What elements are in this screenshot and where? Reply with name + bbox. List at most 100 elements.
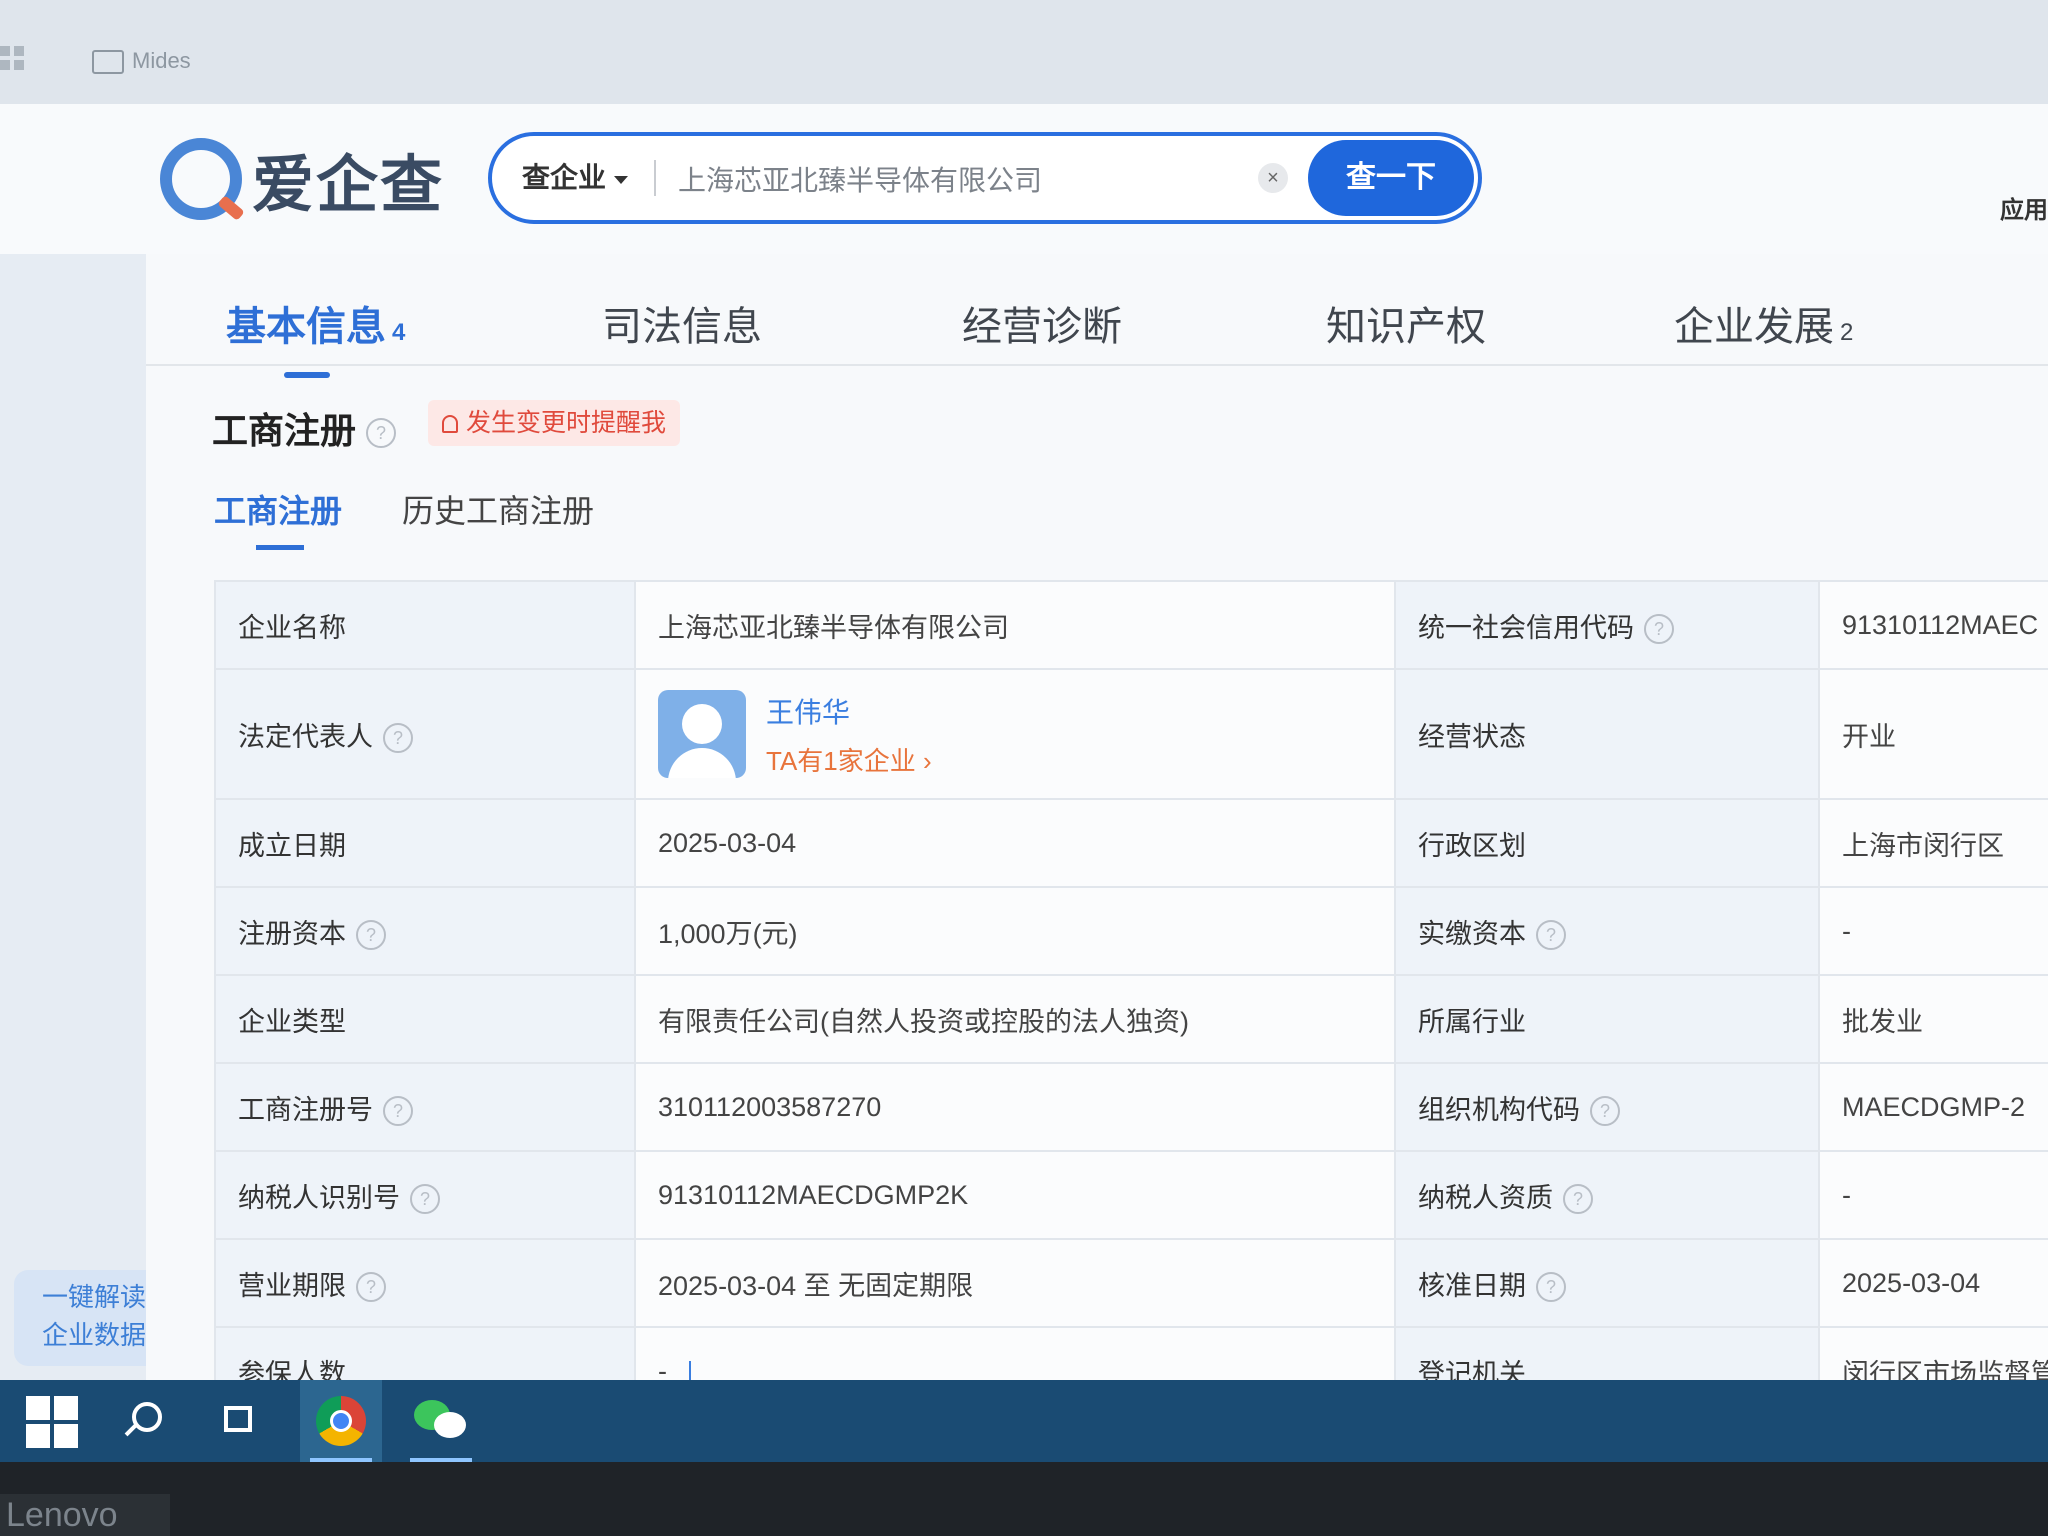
registration-table: 企业名称 上海芯亚北臻半导体有限公司 统一社会信用代码? 91310112MAE… xyxy=(214,580,2048,1380)
search-button[interactable]: 查一下 xyxy=(1308,140,1474,216)
bookmark-item[interactable]: Mides xyxy=(92,48,191,75)
legal-rep-companies-link[interactable]: TA有1家企业 › xyxy=(766,741,932,778)
value-credit-code: 91310112MAEC xyxy=(1818,580,2048,670)
windows-start-icon[interactable] xyxy=(26,1396,78,1448)
table-row: 企业类型 有限责任公司(自然人投资或控股的法人独资) 所属行业 批发业 xyxy=(214,974,2048,1064)
subtab-history-registration[interactable]: 历史工商注册 xyxy=(402,486,594,532)
caret-down-icon xyxy=(614,175,629,184)
help-icon[interactable]: ? xyxy=(356,1272,386,1303)
value-reg-capital: 1,000万(元) xyxy=(634,886,1396,976)
section-title: 工商注册? xyxy=(212,402,397,454)
site-header: 爱企查 查企业 × 查一下 应用 xyxy=(0,104,2048,254)
apps-grid-icon[interactable] xyxy=(0,46,26,72)
tab-basic-info[interactable]: 基本信息 4 xyxy=(226,294,405,378)
tab-judicial-info[interactable]: 司法信息 xyxy=(602,294,762,352)
browser-bookmarks-bar: Mides xyxy=(0,0,2048,105)
table-row: 营业期限? 2025-03-04 至 无固定期限 核准日期? 2025-03-0… xyxy=(214,1238,2048,1328)
label-company-name: 企业名称 xyxy=(214,580,636,670)
label-region: 行政区划 xyxy=(1394,798,1820,888)
help-icon[interactable]: ? xyxy=(1563,1184,1593,1215)
task-view-icon[interactable] xyxy=(214,1394,268,1448)
legal-rep-name-link[interactable]: 王伟华 xyxy=(766,691,932,731)
tab-operation-diagnosis[interactable]: 经营诊断 xyxy=(962,294,1122,352)
label-taxpayer-qual: 纳税人资质? xyxy=(1394,1150,1820,1240)
help-icon[interactable]: ? xyxy=(410,1184,440,1215)
value-founded: 2025-03-04 xyxy=(634,798,1396,888)
value-company-type: 有限责任公司(自然人投资或控股的法人独资) xyxy=(634,974,1396,1064)
value-region: 上海市闵行区 xyxy=(1818,798,2048,888)
value-approval-date: 2025-03-04 xyxy=(1818,1238,2048,1328)
wechat-icon[interactable] xyxy=(400,1380,482,1462)
value-company-name: 上海芯亚北臻半导体有限公司 xyxy=(634,580,1396,670)
label-credit-code: 统一社会信用代码? xyxy=(1394,580,1820,670)
label-approval-date: 核准日期? xyxy=(1394,1238,1820,1328)
label-term: 营业期限? xyxy=(214,1238,636,1328)
main-tabs: 基本信息 4 司法信息 经营诊断 知识产权 企业发展 2 xyxy=(146,254,2048,378)
browser-screen: Mides 爱企查 查企业 × 查一下 应用 一键解读 企业数据 基本信息4 司… xyxy=(0,0,2048,1380)
value-legal-rep: 王伟华 TA有1家企业 › xyxy=(634,668,1396,800)
main-content: 基本信息 4 司法信息 经营诊断 知识产权 企业发展 2 工商注册? 发生变更时提醒… xyxy=(146,254,2048,1380)
label-reg-number: 工商注册号? xyxy=(214,1062,636,1152)
subtab-registration[interactable]: 工商注册 xyxy=(214,486,342,550)
value-org-code: MAECDGMP-2 xyxy=(1818,1062,2048,1152)
help-icon[interactable]: ? xyxy=(1536,920,1566,951)
table-row: 工商注册号? 310112003587270 组织机构代码? MAECDGMP-… xyxy=(214,1062,2048,1152)
taskbar-search-icon[interactable] xyxy=(118,1394,172,1448)
search-type-dropdown[interactable]: 查企业 xyxy=(522,136,629,220)
logo-icon xyxy=(160,138,242,220)
table-row: 法定代表人? 王伟华 TA有1家企业 › 经营状态 开业 xyxy=(214,668,2048,800)
device-brand-label: Lenovo xyxy=(0,1494,170,1536)
help-icon[interactable]: ? xyxy=(356,920,386,951)
label-reg-capital: 注册资本? xyxy=(214,886,636,976)
table-row: 企业名称 上海芯亚北臻半导体有限公司 统一社会信用代码? 91310112MAE… xyxy=(214,580,2048,670)
help-icon[interactable]: ? xyxy=(366,418,397,449)
table-row: 参保人数 - 登记机关 闵行区市场监督管理 xyxy=(214,1326,2048,1380)
label-legal-rep: 法定代表人? xyxy=(214,668,636,800)
help-icon[interactable]: ? xyxy=(1644,614,1674,645)
value-paid-capital: - xyxy=(1818,886,2048,976)
logo-text: 爱企查 xyxy=(252,151,445,220)
search-bar: 查企业 × 查一下 xyxy=(488,132,1482,224)
label-status: 经营状态 xyxy=(1394,668,1820,800)
table-row: 纳税人识别号? 91310112MAECDGMP2K 纳税人资质? - xyxy=(214,1150,2048,1240)
bell-icon xyxy=(442,415,458,434)
value-taxpayer-qual: - xyxy=(1818,1150,2048,1240)
value-authority: 闵行区市场监督管理 xyxy=(1818,1326,2048,1380)
label-authority: 登记机关 xyxy=(1394,1326,1820,1380)
search-input[interactable] xyxy=(676,156,1220,202)
value-insured: - xyxy=(634,1326,1396,1380)
folder-icon xyxy=(92,50,124,75)
help-icon[interactable]: ? xyxy=(383,723,413,754)
label-industry: 所属行业 xyxy=(1394,974,1820,1064)
clear-icon[interactable]: × xyxy=(1258,163,1288,193)
help-icon[interactable]: ? xyxy=(383,1096,413,1127)
help-icon[interactable]: ? xyxy=(1536,1272,1566,1303)
value-term: 2025-03-04 至 无固定期限 xyxy=(634,1238,1396,1328)
help-icon[interactable]: ? xyxy=(1590,1096,1620,1127)
label-org-code: 组织机构代码? xyxy=(1394,1062,1820,1152)
apply-link[interactable]: 应用 xyxy=(2000,190,2048,225)
avatar[interactable] xyxy=(658,690,746,778)
change-remind-button[interactable]: 发生变更时提醒我 xyxy=(428,400,681,446)
chrome-logo xyxy=(316,1396,366,1446)
value-taxpayer-id: 91310112MAECDGMP2K xyxy=(634,1150,1396,1240)
value-status: 开业 xyxy=(1818,668,2048,800)
label-insured: 参保人数 xyxy=(214,1326,636,1380)
taskbar xyxy=(0,1380,2048,1462)
label-founded: 成立日期 xyxy=(214,798,636,888)
tab-ip[interactable]: 知识产权 xyxy=(1326,294,1486,352)
label-taxpayer-id: 纳税人识别号? xyxy=(214,1150,636,1240)
table-row: 成立日期 2025-03-04 行政区划 上海市闵行区 xyxy=(214,798,2048,888)
left-rail: 一键解读 企业数据 xyxy=(0,254,174,1380)
label-company-type: 企业类型 xyxy=(214,974,636,1064)
chrome-icon[interactable] xyxy=(300,1380,382,1462)
tab-development[interactable]: 企业发展 2 xyxy=(1674,294,1853,352)
label-paid-capital: 实缴资本? xyxy=(1394,886,1820,976)
table-row: 注册资本? 1,000万(元) 实缴资本? - xyxy=(214,886,2048,976)
logo[interactable]: 爱企查 xyxy=(160,134,444,224)
value-industry: 批发业 xyxy=(1818,974,2048,1064)
value-reg-number: 310112003587270 xyxy=(634,1062,1396,1152)
legal-rep-card: 王伟华 TA有1家企业 › xyxy=(658,690,1372,778)
trend-chart-icon[interactable] xyxy=(689,1361,713,1380)
divider xyxy=(654,160,656,196)
